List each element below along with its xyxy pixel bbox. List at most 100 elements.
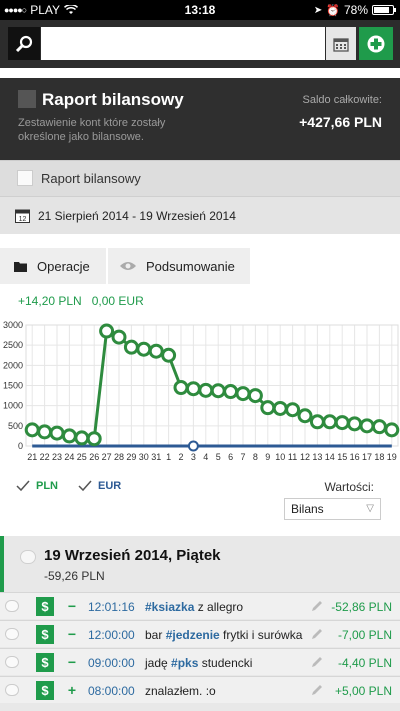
x-tick-label: 1 — [166, 452, 171, 462]
y-tick-label: 2500 — [3, 340, 23, 350]
data-point-pln — [359, 418, 375, 434]
x-tick-label: 6 — [228, 452, 233, 462]
data-point-eur — [187, 440, 199, 452]
totals: +14,20 PLN 0,00 EUR — [18, 294, 144, 308]
filter-checkbox[interactable] — [17, 170, 33, 186]
transaction-checkbox[interactable] — [5, 684, 19, 696]
day-title: 19 Wrzesień 2014, Piątek — [44, 547, 221, 564]
transaction-row[interactable]: $ + 08:00:00 znalazłem. :o +5,00 PLN — [0, 676, 400, 703]
expense-sign: − — [67, 598, 77, 614]
report-description: Zestawienie kont które zostały określone… — [18, 117, 166, 143]
date-range-row[interactable]: 12 21 Sierpień 2014 - 19 Wrzesień 2014 — [0, 196, 400, 234]
x-tick-label: 5 — [216, 452, 221, 462]
x-tick-label: 13 — [312, 452, 322, 462]
x-tick-label: 7 — [240, 452, 245, 462]
expense-sign: − — [67, 626, 77, 642]
data-point-pln — [111, 329, 127, 345]
y-tick-label: 2000 — [3, 360, 23, 370]
x-tick-label: 21 — [27, 452, 37, 462]
transaction-time: 12:00:00 — [88, 628, 135, 642]
report-header: Raport bilansowy Zestawienie kont które … — [0, 78, 400, 160]
saldo-value: +427,66 PLN — [299, 114, 382, 130]
x-tick-label: 27 — [102, 452, 112, 462]
x-tick-label: 2 — [178, 452, 183, 462]
tab-summary-label: Podsumowanie — [146, 258, 235, 274]
legend-pln[interactable]: PLN — [16, 480, 58, 492]
transaction-time: 12:01:16 — [88, 600, 135, 614]
report-filter-row[interactable]: Raport bilansowy — [0, 160, 400, 196]
transaction-row[interactable]: $ − 12:01:16 #ksiazka z allegro -52,86 P… — [0, 592, 400, 619]
values-selected: Bilans — [291, 502, 324, 516]
tab-operations[interactable]: Operacje — [0, 248, 106, 284]
day-checkbox[interactable] — [20, 550, 36, 564]
x-tick-label: 12 — [300, 452, 310, 462]
report-checkbox[interactable] — [18, 90, 36, 108]
x-tick-label: 23 — [52, 452, 62, 462]
svg-text:12: 12 — [19, 216, 27, 223]
data-point-pln — [371, 419, 387, 435]
date-range: 21 Sierpień 2014 - 19 Wrzesień 2014 — [38, 209, 236, 223]
transaction-amount: -7,00 PLN — [337, 628, 392, 642]
transaction-checkbox[interactable] — [5, 600, 19, 612]
status-bar: ●●●●○ PLAY 13:18 ➤ ⏰ 78% — [0, 0, 400, 20]
values-select[interactable]: Bilans ▽ — [284, 498, 381, 520]
data-point-pln — [86, 431, 102, 447]
legend-eur-label: EUR — [98, 480, 122, 492]
add-button[interactable] — [359, 27, 393, 60]
divider — [0, 68, 400, 78]
x-tick-label: 22 — [40, 452, 50, 462]
pencil-icon[interactable] — [310, 599, 324, 613]
pencil-icon[interactable] — [310, 683, 324, 697]
income-sign: + — [67, 682, 77, 698]
x-tick-label: 25 — [77, 452, 87, 462]
data-point-pln — [223, 384, 239, 400]
search-input[interactable] — [41, 27, 325, 60]
x-tick-label: 15 — [337, 452, 347, 462]
eye-icon — [120, 261, 136, 271]
transaction-amount: -4,40 PLN — [337, 656, 392, 670]
pencil-icon[interactable] — [310, 627, 324, 641]
battery-icon — [372, 5, 396, 15]
tab-summary[interactable]: Podsumowanie — [108, 248, 250, 284]
y-tick-label: 3000 — [3, 320, 23, 330]
tag-link[interactable]: #jedzenie — [166, 628, 220, 642]
battery-percent: 78% — [343, 3, 368, 17]
x-tick-label: 26 — [89, 452, 99, 462]
dollar-icon: $ — [36, 681, 54, 700]
plus-icon — [367, 35, 385, 52]
data-point-pln — [37, 424, 53, 440]
data-point-pln — [272, 400, 288, 416]
transaction-row[interactable]: $ − 09:00:00 jadę #pks studencki -4,40 P… — [0, 648, 400, 675]
transaction-description: znalazłem. :o — [145, 684, 216, 698]
chart-legend: PLN EUR — [16, 480, 121, 492]
calendar-icon — [333, 37, 349, 52]
data-point-pln — [260, 400, 276, 416]
search-button[interactable] — [8, 27, 40, 60]
data-point-pln — [297, 408, 313, 424]
transaction-checkbox[interactable] — [5, 656, 19, 668]
tag-link[interactable]: #ksiazka — [145, 600, 194, 614]
tag-link[interactable]: #pks — [171, 656, 198, 670]
data-point-pln — [61, 428, 77, 444]
data-point-pln — [247, 388, 263, 404]
transaction-checkbox[interactable] — [5, 628, 19, 640]
transaction-row[interactable]: $ − 12:00:00 bar #jedzenie frytki i suró… — [0, 620, 400, 647]
pencil-icon[interactable] — [310, 655, 324, 669]
dollar-icon: $ — [36, 625, 54, 644]
day-accent — [0, 536, 4, 592]
data-point-pln — [99, 323, 115, 339]
calendar-button[interactable] — [326, 27, 356, 60]
tab-operations-label: Operacje — [37, 258, 90, 274]
saldo-label: Saldo całkowite: — [302, 94, 383, 106]
data-point-pln — [334, 415, 350, 431]
y-tick-label: 1500 — [3, 381, 23, 391]
location-icon: ➤ — [313, 4, 323, 16]
y-tick-label: 500 — [8, 421, 23, 431]
x-tick-label: 29 — [126, 452, 136, 462]
transaction-description: #ksiazka z allegro — [145, 600, 244, 614]
y-tick-label: 1000 — [3, 401, 23, 411]
x-tick-label: 19 — [387, 452, 397, 462]
legend-eur[interactable]: EUR — [78, 480, 121, 492]
data-point-pln — [123, 339, 139, 355]
transaction-time: 09:00:00 — [88, 656, 135, 670]
